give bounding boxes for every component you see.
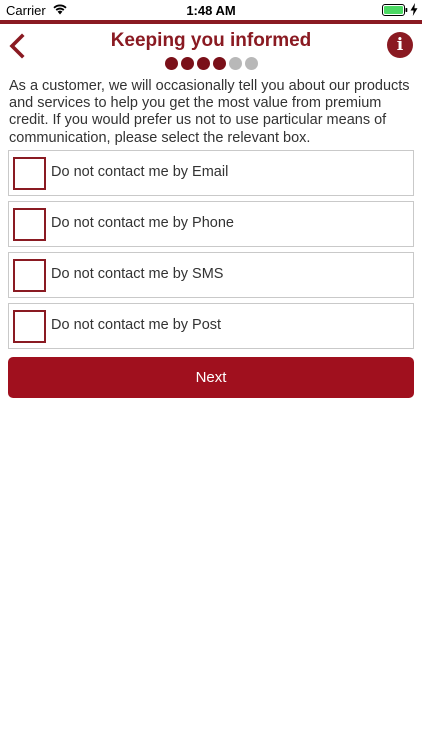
progress-dot-pending — [228, 57, 242, 70]
option-sms[interactable]: Do not contact me by SMS — [8, 252, 414, 298]
option-label-email: Do not contact me by Email — [51, 164, 229, 180]
status-bar: Carrier 1:48 AM — [0, 0, 422, 20]
option-email[interactable]: Do not contact me by Email — [8, 150, 414, 196]
info-button[interactable]: i — [387, 32, 413, 58]
progress-dot-complete — [180, 57, 194, 70]
email-checkbox[interactable] — [13, 157, 46, 190]
option-label-post: Do not contact me by Post — [51, 317, 222, 333]
option-post[interactable]: Do not contact me by Post — [8, 303, 414, 349]
chevron-left-icon — [9, 33, 25, 59]
info-icon: i — [396, 35, 404, 55]
battery-icon — [382, 4, 408, 16]
option-label-phone: Do not contact me by Phone — [51, 215, 234, 231]
charging-bolt-icon — [410, 3, 418, 16]
next-button[interactable]: Next — [8, 357, 414, 398]
screen: Carrier 1:48 AM Keeping you informed i A… — [0, 0, 422, 750]
progress-indicator — [0, 57, 422, 70]
sms-checkbox[interactable] — [13, 259, 46, 292]
progress-dot-complete — [212, 57, 226, 70]
progress-dot-complete — [196, 57, 210, 70]
phone-checkbox[interactable] — [13, 208, 46, 241]
option-phone[interactable]: Do not contact me by Phone — [8, 201, 414, 247]
back-button[interactable] — [6, 33, 28, 59]
status-time: 1:48 AM — [186, 3, 236, 18]
option-label-sms: Do not contact me by SMS — [51, 266, 224, 282]
progress-dot-complete — [164, 57, 178, 70]
post-checkbox[interactable] — [13, 310, 46, 343]
progress-dot-pending — [244, 57, 258, 70]
intro-text: As a customer, we will occasionally tell… — [9, 78, 410, 146]
page-title: Keeping you informed — [110, 30, 312, 51]
header-rule — [0, 20, 422, 24]
